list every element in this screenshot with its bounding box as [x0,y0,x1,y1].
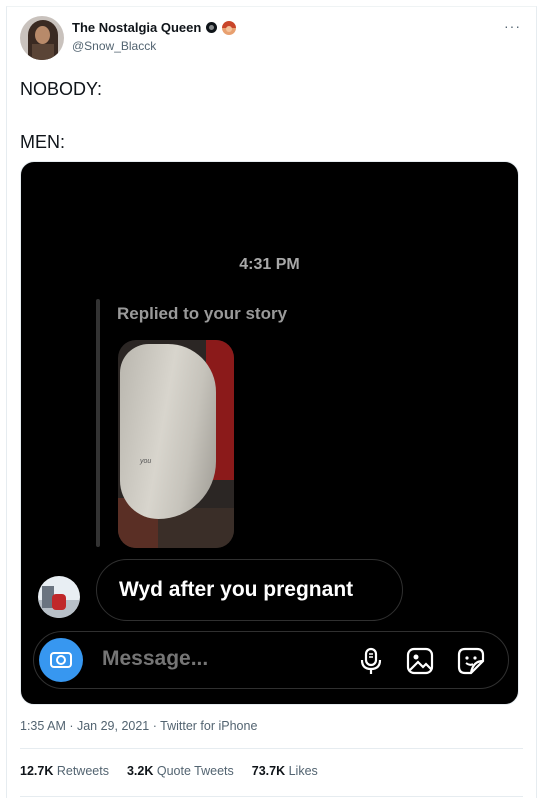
quote-tweets-count: 3.2K [126,764,154,778]
retweets-stat[interactable]: 12.7K Retweets [20,764,109,778]
tweet-timestamp[interactable]: 1:35 AM · Jan 29, 2021 · Twitter for iPh… [20,719,257,733]
divider [20,748,523,749]
quote-tweets-stat[interactable]: 3.2K Quote Tweets [127,764,234,778]
reply-indicator-bar [96,299,100,547]
likes-label: Likes [288,764,318,778]
replied-to-story-label: Replied to your story [117,304,288,323]
microphone-icon[interactable] [356,646,386,676]
woman-red-hair-emoji-icon [222,20,237,35]
gallery-icon[interactable] [405,646,435,676]
author-name-row[interactable]: The Nostalgia Queen [72,20,237,35]
tweet-text-line-1: NOBODY: [20,79,103,99]
author-display-name[interactable]: The Nostalgia Queen [72,20,201,35]
camera-icon[interactable] [39,638,83,682]
message-bubble: Wyd after you pregnant [96,559,403,621]
story-thumbnail[interactable]: you [118,340,234,548]
author-avatar[interactable] [20,16,64,60]
likes-count: 73.7K [251,764,286,778]
author-handle[interactable]: @Snow_Blacck [72,39,156,53]
divider [20,796,523,797]
message-text: Wyd after you pregnant [119,578,354,601]
retweets-count: 12.7K [20,764,54,778]
sticker-icon[interactable] [456,646,486,676]
dm-timestamp: 4:31 PM [239,256,300,273]
tweet-text-line-2: MEN: [20,132,65,152]
message-composer[interactable] [33,631,509,689]
story-tag-text: you [140,458,152,465]
verified-badge-icon [206,22,218,33]
likes-stat[interactable]: 73.7K Likes [252,764,318,778]
more-options-icon[interactable]: ··· [504,18,521,34]
retweets-label: Retweets [56,764,109,778]
message-input[interactable] [102,647,322,671]
tweet-stats: 12.7K Retweets 3.2K Quote Tweets 73.7K L… [20,764,318,778]
tweet-media-screenshot[interactable]: 4:31 PM Replied to your story you Wyd af… [20,161,519,705]
sender-avatar[interactable] [38,576,80,618]
quote-tweets-label: Quote Tweets [156,764,234,778]
